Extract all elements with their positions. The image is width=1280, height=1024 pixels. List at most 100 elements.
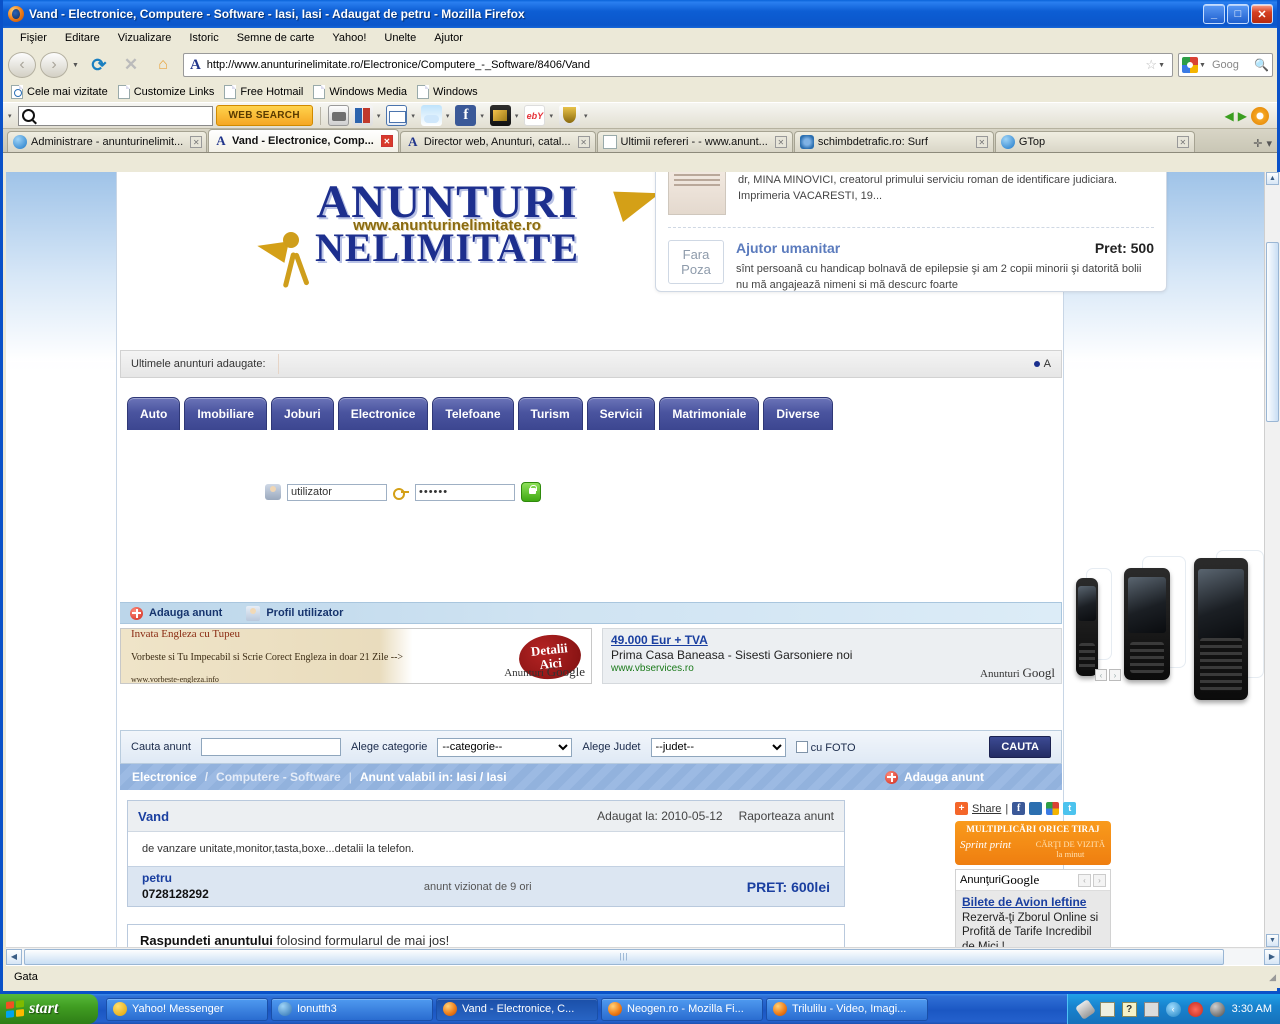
yahoo-toolbar-menu-icon[interactable]: ▾ [8, 112, 12, 120]
google-ad-item-1[interactable]: Bilete de Avion Ieftine Rezervă-ţi Zboru… [956, 891, 1110, 947]
horizontal-scroll-thumb[interactable]: ||| [24, 948, 1224, 965]
password-input[interactable]: •••••• [415, 483, 515, 501]
tab-vand-electronice[interactable]: A Vand - Electronice, Comp... ✕ [208, 129, 399, 152]
next-icon[interactable]: › [1093, 873, 1106, 887]
search-ad-input[interactable] [200, 738, 341, 756]
facebook-icon[interactable]: f [455, 105, 477, 126]
cu-foto-checkbox[interactable] [795, 740, 808, 753]
prev-icon[interactable]: ◀ [1225, 109, 1234, 123]
reload-button[interactable]: ⟳ [84, 52, 114, 78]
next-icon[interactable]: › [1109, 669, 1121, 681]
chevron-down-icon[interactable]: ▾ [584, 112, 588, 120]
vertical-scroll-thumb[interactable] [1266, 242, 1279, 422]
taskbar-item-vand-electronice[interactable]: Vand - Electronice, C... [436, 997, 598, 1021]
category-select[interactable]: --categorie-- [437, 737, 573, 757]
breadcrumb-add-ad[interactable]: Adauga anunt [885, 770, 1062, 784]
mail-icon[interactable] [386, 105, 408, 126]
scroll-right-icon[interactable]: ▶ [1264, 948, 1280, 965]
close-icon[interactable]: ✕ [1176, 136, 1189, 148]
menu-semne-de-carte[interactable]: Semne de carte [228, 30, 324, 46]
chevron-down-icon[interactable]: ▾ [411, 112, 415, 120]
notes-icon[interactable] [1099, 1001, 1115, 1017]
menu-ajutor[interactable]: Ajutor [425, 30, 472, 46]
home-button[interactable]: ⌂ [148, 52, 178, 78]
share-label[interactable]: Share [972, 803, 1001, 815]
menu-istoric[interactable]: Istoric [180, 30, 227, 46]
tab-gtop[interactable]: GTop ✕ [994, 131, 1195, 152]
user-profile-link[interactable]: Profil utilizator [266, 607, 343, 619]
tray-app-icon[interactable] [1209, 1001, 1225, 1017]
bookmark-customize-links[interactable]: Customize Links [116, 84, 221, 100]
prev-icon[interactable]: ‹ [1095, 669, 1107, 681]
latest-ad-row-1[interactable]: Vand MANUAL DE DACTILOSCOPIE de dr VALEN… [668, 172, 1154, 221]
tab-schimbdetrafic[interactable]: schimbdetrafic.ro: Surf ✕ [793, 131, 994, 152]
site-logo[interactable]: ANUNTURI www.anunturinelimitate.ro NELIM… [247, 177, 665, 300]
tab-joburi[interactable]: Joburi [271, 397, 334, 430]
close-icon[interactable]: ✕ [380, 135, 393, 147]
facebook-icon[interactable]: f [1012, 802, 1026, 815]
judet-select[interactable]: --judet-- [650, 737, 786, 757]
report-ad-link[interactable]: Raporteaza anunt [739, 809, 834, 823]
tab-ultimii-refereri[interactable]: Ultimii refereri - - www.anunt... ✕ [596, 131, 793, 152]
login-submit-button[interactable] [521, 482, 541, 502]
breadcrumb-cat1[interactable]: Electronice [132, 770, 197, 784]
close-icon[interactable]: ✕ [190, 136, 203, 148]
add-ad-link[interactable]: Adauga anunt [149, 607, 222, 619]
help-icon[interactable]: ? [1121, 1001, 1137, 1017]
chevron-down-icon[interactable]: ▾ [515, 112, 519, 120]
bookmarks-icon[interactable] [351, 105, 373, 126]
taskbar-item-yahoo-messenger[interactable]: Yahoo! Messenger [106, 997, 268, 1021]
breadcrumb-cat2[interactable]: Computere - Software [216, 770, 341, 784]
bookmark-cele-mai-vizitate[interactable]: Cele mai vizitate [9, 84, 114, 100]
menu-editare[interactable]: Editare [56, 30, 109, 46]
minimize-button[interactable]: _ [1203, 4, 1225, 24]
sprint-print-ad[interactable]: MULTIPLICĂRI ORICE TIRAJ Sprint print CĂ… [955, 821, 1111, 865]
stop-button[interactable]: ✕ [116, 52, 146, 78]
close-button[interactable]: ✕ [1251, 4, 1273, 24]
chevron-down-icon[interactable]: ▾ [377, 112, 381, 120]
tab-auto[interactable]: Auto [127, 397, 181, 430]
scroll-left-icon[interactable]: ◀ [6, 948, 22, 965]
tab-administrare[interactable]: Administrare - anunturinelimit... ✕ [7, 131, 207, 152]
google-ad-title[interactable]: Bilete de Avion Ieftine [962, 895, 1104, 910]
system-clock[interactable]: 3:30 AM [1232, 1003, 1272, 1015]
tab-director-web[interactable]: A Director web, Anunturi, catal... ✕ [399, 131, 596, 152]
tab-servicii[interactable]: Servicii [586, 397, 656, 430]
tab-turism[interactable]: Turism [517, 397, 583, 430]
tab-list-icon[interactable]: ▾ [1266, 137, 1272, 150]
cauta-button[interactable]: CAUTA [989, 736, 1051, 758]
menu-vizualizare[interactable]: Vizualizare [109, 30, 181, 46]
banner-ad-left[interactable]: Invata Engleza cu Tupeu Vorbeste si Tu I… [120, 628, 592, 684]
prev-icon[interactable]: ‹ [1078, 873, 1091, 887]
taskbar-item-neogen[interactable]: Neogen.ro - Mozilla Fi... [601, 997, 763, 1021]
search-magnifier-icon[interactable]: 🔍 [1254, 58, 1269, 72]
latest-ad-row-2[interactable]: Fara Poza Ajutor umanitar Pret: 500 sînt… [668, 234, 1154, 291]
network-icon[interactable] [1143, 1001, 1159, 1017]
search-engine-dropdown-icon[interactable]: ▼ [1199, 62, 1206, 69]
folder-icon[interactable] [489, 105, 511, 126]
chevron-down-icon[interactable]: ▾ [446, 112, 450, 120]
close-icon[interactable]: ✕ [577, 136, 590, 148]
bookmark-star-icon[interactable]: ☆ [1145, 57, 1157, 73]
notepad-icon[interactable] [327, 105, 349, 126]
browser-search-box[interactable]: ▼ Goog 🔍 [1178, 53, 1273, 77]
close-icon[interactable]: ✕ [774, 136, 787, 148]
show-hidden-icons-icon[interactable]: ‹ [1165, 1001, 1181, 1017]
chevron-down-icon[interactable]: ▾ [480, 112, 484, 120]
ad-title[interactable]: Ajutor umanitar [736, 240, 840, 256]
tab-diverse[interactable]: Diverse [763, 397, 833, 430]
cu-foto-checkbox-wrap[interactable]: cu FOTO [795, 740, 856, 754]
bookmark-free-hotmail[interactable]: Free Hotmail [222, 84, 309, 100]
menu-fisier[interactable]: Fişier [11, 30, 56, 46]
share-plus-icon[interactable]: + [955, 802, 968, 815]
menu-unelte[interactable]: Unelte [375, 30, 425, 46]
bookmark-windows-media[interactable]: Windows Media [311, 84, 413, 100]
shield-icon[interactable] [558, 105, 580, 126]
resize-grip-icon[interactable]: ◢ [1269, 972, 1280, 983]
web-search-button[interactable]: WEB SEARCH [215, 105, 313, 126]
google-icon[interactable] [1046, 802, 1060, 815]
tab-imobiliare[interactable]: Imobiliare [184, 397, 268, 430]
security-shield-icon[interactable] [1187, 1001, 1203, 1017]
new-tab-icon[interactable]: ✛ [1253, 137, 1262, 150]
taskbar-item-trilulilu[interactable]: Trilulilu - Video, Imagi... [766, 997, 928, 1021]
